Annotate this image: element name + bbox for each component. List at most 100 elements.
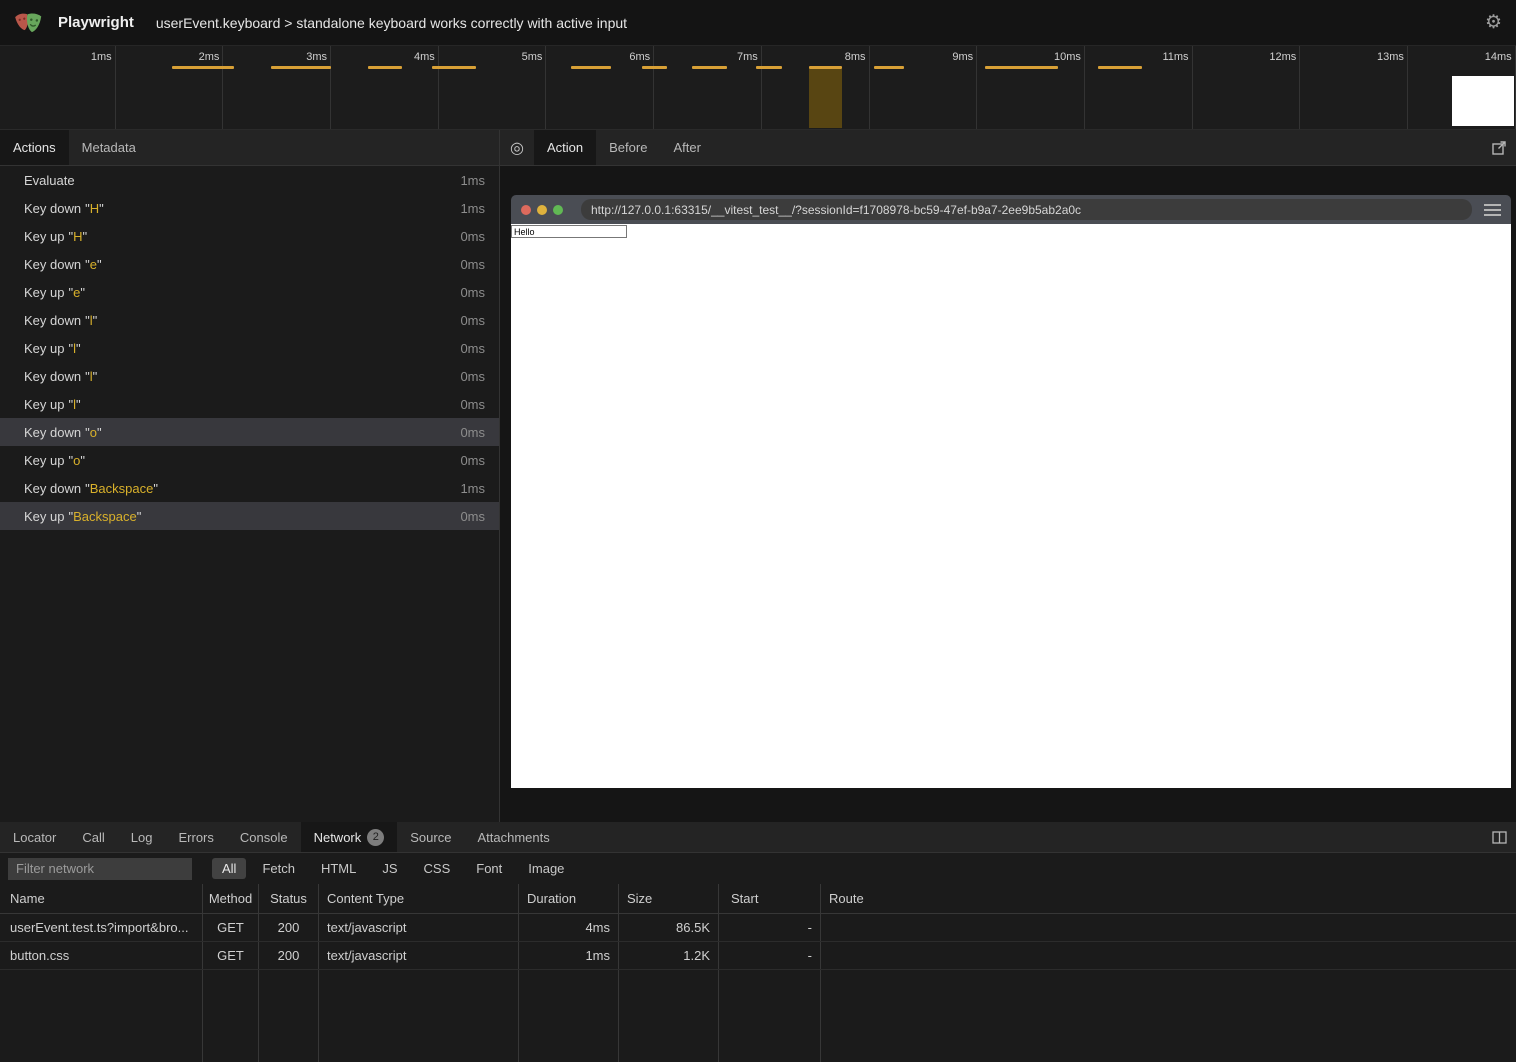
action-duration: 1ms	[460, 201, 485, 216]
snapshot-tab[interactable]: Before	[596, 130, 660, 165]
request-method: GET	[203, 914, 259, 941]
settings-gear-icon[interactable]: ⚙	[1485, 13, 1502, 32]
network-filter-chip[interactable]: Fetch	[252, 858, 305, 879]
open-snapshot-external-icon[interactable]	[1482, 130, 1516, 165]
action-row[interactable]: Key down "H" 1ms	[0, 194, 499, 222]
tab-label: Action	[547, 140, 583, 155]
timeline-action-mark	[368, 66, 402, 69]
snapshot-browser-frame: http://127.0.0.1:63315/__vitest_test__/?…	[511, 195, 1511, 788]
network-filter-chip[interactable]: Font	[466, 858, 512, 879]
col-header-method[interactable]: Method	[203, 884, 259, 913]
playwright-logo-icon	[14, 8, 44, 38]
network-request-row[interactable]: button.css GET 200 text/javascript 1ms 1…	[0, 942, 1516, 970]
main-split: Actions Metadata Evaluate "" 1ms Key dow…	[0, 130, 1516, 822]
details-tab[interactable]: Locator	[0, 822, 69, 852]
action-duration: 0ms	[460, 369, 485, 384]
network-filter-chip[interactable]: All	[212, 858, 246, 879]
action-duration: 0ms	[460, 229, 485, 244]
action-label: Key down	[24, 201, 81, 216]
details-panel: Locator Call Log Errors	[0, 822, 1516, 1062]
col-header-name[interactable]: Name	[0, 884, 203, 913]
action-row[interactable]: Evaluate "" 1ms	[0, 166, 499, 194]
details-tab[interactable]: Log	[118, 822, 166, 852]
page-text-input[interactable]	[511, 225, 627, 238]
tab-label: Source	[410, 830, 451, 845]
split-view-icon[interactable]	[1482, 822, 1516, 852]
tab-label: After	[673, 140, 700, 155]
browser-chrome-bar: http://127.0.0.1:63315/__vitest_test__/?…	[511, 195, 1511, 224]
network-filter-chip[interactable]: CSS	[414, 858, 461, 879]
action-label: Key up	[24, 229, 64, 244]
action-row[interactable]: Key down "e" 0ms	[0, 250, 499, 278]
network-request-row[interactable]: userEvent.test.ts?import&bro... GET 200 …	[0, 914, 1516, 942]
traffic-light-yellow-icon	[537, 205, 547, 215]
timeline-tick-label: 10ms	[977, 46, 1085, 129]
action-row[interactable]: Key down "Backspace" 1ms	[0, 474, 499, 502]
timeline-tick-label: 2ms	[116, 46, 224, 129]
action-duration: 1ms	[460, 481, 485, 496]
timeline-action-mark	[756, 66, 782, 69]
action-row[interactable]: Key up "e" 0ms	[0, 278, 499, 306]
col-header-start[interactable]: Start	[719, 884, 821, 913]
action-duration: 0ms	[460, 425, 485, 440]
chip-label: HTML	[321, 861, 356, 876]
action-row[interactable]: Key up "H" 0ms	[0, 222, 499, 250]
timeline-action-mark	[1098, 66, 1142, 69]
network-table-empty-area	[0, 970, 1516, 1062]
tab-label: Before	[609, 140, 647, 155]
network-filter-chip[interactable]: HTML	[311, 858, 366, 879]
action-key-token: "l"	[68, 397, 80, 412]
col-header-status[interactable]: Status	[259, 884, 319, 913]
network-filter-input[interactable]	[8, 858, 192, 880]
details-tab[interactable]: Source	[397, 822, 464, 852]
details-tab[interactable]: Network 2	[301, 822, 398, 852]
snapshot-panel: ◎ Action Before After	[500, 130, 1516, 822]
col-header-route[interactable]: Route	[821, 884, 1516, 913]
request-start: -	[719, 942, 821, 969]
col-header-duration[interactable]: Duration	[519, 884, 619, 913]
action-row[interactable]: Key down "l" 0ms	[0, 306, 499, 334]
action-row[interactable]: Key up "l" 0ms	[0, 390, 499, 418]
details-tab[interactable]: Attachments	[464, 822, 562, 852]
snapshot-tab[interactable]: Action	[534, 130, 596, 165]
traffic-light-green-icon	[553, 205, 563, 215]
actions-panel-tab[interactable]: Metadata	[69, 130, 149, 165]
pick-locator-target-icon[interactable]: ◎	[500, 130, 534, 165]
test-title: userEvent.keyboard > standalone keyboard…	[156, 15, 627, 31]
tab-label: Locator	[13, 830, 56, 845]
action-duration: 0ms	[460, 453, 485, 468]
timeline-tick-label: 7ms	[654, 46, 762, 129]
action-row[interactable]: Key down "l" 0ms	[0, 362, 499, 390]
action-label: Key down	[24, 313, 81, 328]
request-status: 200	[259, 942, 319, 969]
actions-panel-tab[interactable]: Actions	[0, 130, 69, 165]
snapshot-tab[interactable]: After	[660, 130, 713, 165]
actions-panel: Actions Metadata Evaluate "" 1ms Key dow…	[0, 130, 500, 822]
details-tab[interactable]: Console	[227, 822, 301, 852]
action-duration: 0ms	[460, 341, 485, 356]
timeline[interactable]: 1ms 2ms 3ms 4ms 5ms 6ms 7ms	[0, 46, 1516, 130]
network-filter-chip[interactable]: JS	[372, 858, 407, 879]
action-key-token: "Backspace"	[68, 509, 141, 524]
action-row[interactable]: Key up "l" 0ms	[0, 334, 499, 362]
details-tabstrip: Locator Call Log Errors	[0, 822, 1516, 853]
action-row[interactable]: Key down "o" 0ms	[0, 418, 499, 446]
network-table-body: userEvent.test.ts?import&bro... GET 200 …	[0, 914, 1516, 970]
details-tab[interactable]: Call	[69, 822, 117, 852]
col-header-type[interactable]: Content Type	[319, 884, 519, 913]
timeline-action-mark	[692, 66, 727, 69]
col-header-size[interactable]: Size	[619, 884, 719, 913]
dom-snapshot-area: http://127.0.0.1:63315/__vitest_test__/?…	[500, 166, 1516, 822]
request-name: button.css	[0, 942, 203, 969]
details-tab[interactable]: Errors	[165, 822, 226, 852]
tab-count-badge: 2	[367, 829, 384, 846]
action-row[interactable]: Key up "Backspace" 0ms	[0, 502, 499, 530]
tab-label: Attachments	[477, 830, 549, 845]
network-filter-chip[interactable]: Image	[518, 858, 574, 879]
request-type: text/javascript	[319, 914, 519, 941]
timeline-action-mark	[432, 66, 476, 69]
request-type: text/javascript	[319, 942, 519, 969]
chip-label: All	[222, 861, 236, 876]
action-row[interactable]: Key up "o" 0ms	[0, 446, 499, 474]
page-url: http://127.0.0.1:63315/__vitest_test__/?…	[591, 203, 1081, 217]
